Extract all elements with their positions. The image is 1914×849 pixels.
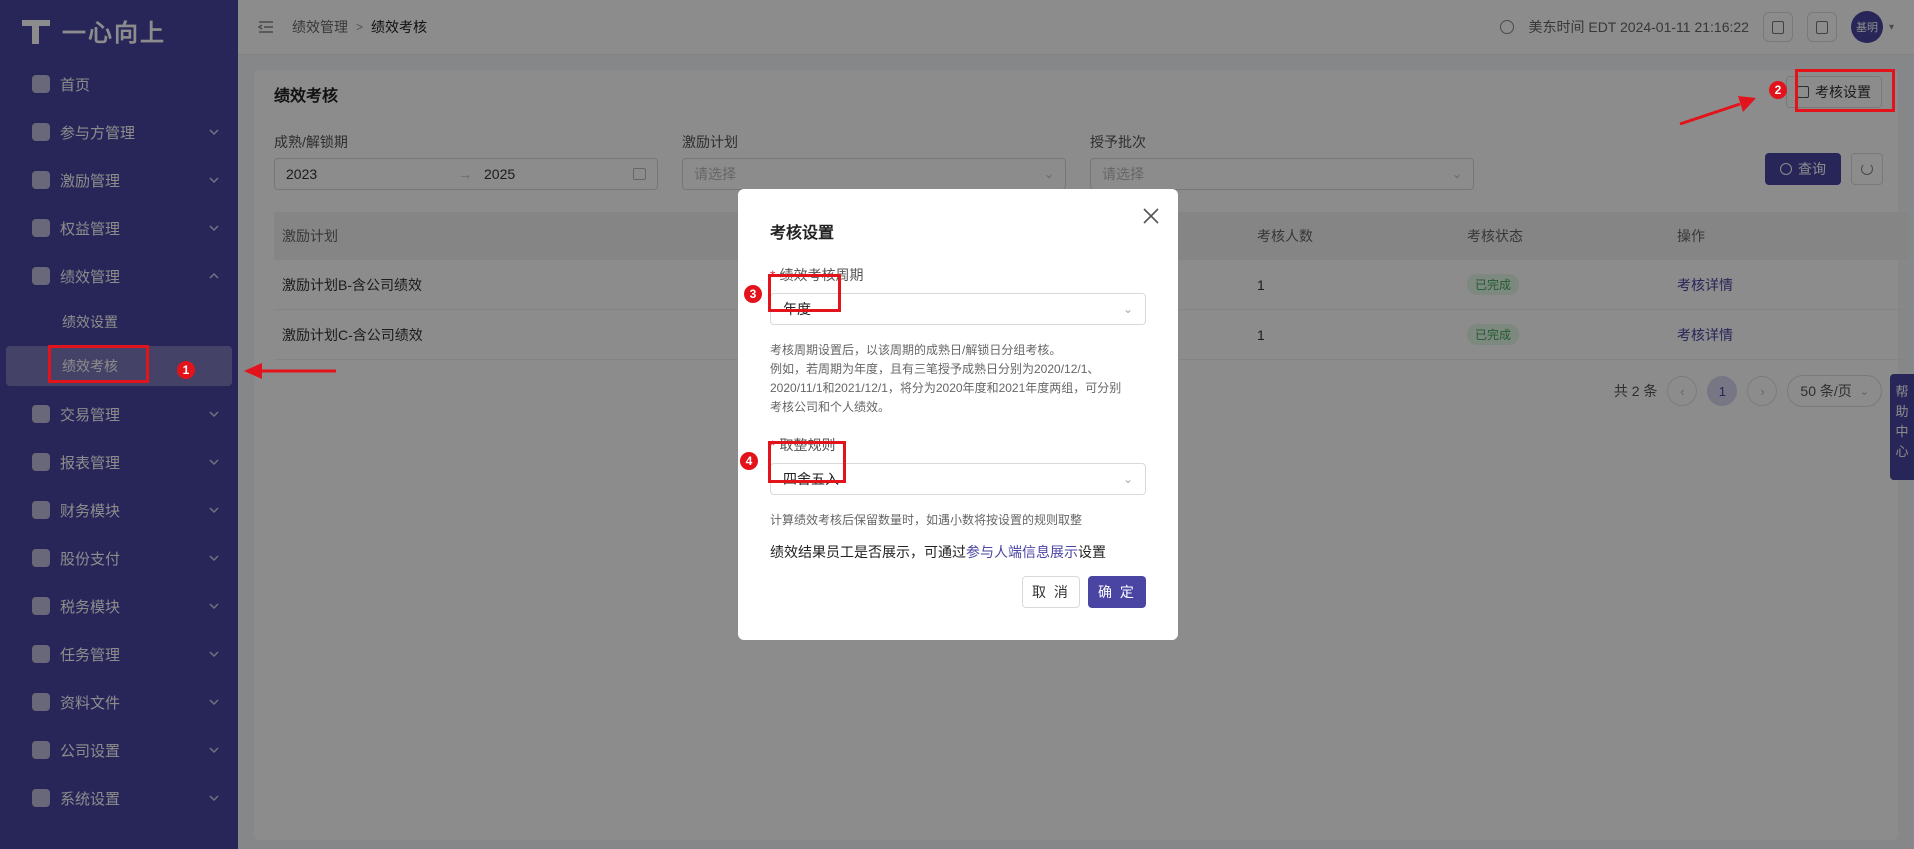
hint-line: 考核公司和个人绩效。 bbox=[770, 400, 891, 414]
period-hint: 考核周期设置后，以该周期的成熟日/解锁日分组考核。 例如，若周期为年度，且有三笔… bbox=[770, 341, 1146, 417]
participant-display-link[interactable]: 参与人端信息展示 bbox=[966, 544, 1078, 560]
rounding-hint: 计算绩效考核后保留数量时，如遇小数将按设置的规则取整 bbox=[770, 513, 1083, 527]
cancel-button[interactable]: 取 消 bbox=[1022, 576, 1080, 608]
highlight-box bbox=[768, 441, 846, 483]
assessment-settings-modal: 考核设置 * 绩效考核周期 年度 ⌄ 考核周期设置后，以该周期的成熟日/解锁日分组… bbox=[738, 189, 1178, 640]
note-suffix: 设置 bbox=[1078, 544, 1106, 560]
step-marker: 3 bbox=[744, 285, 762, 303]
highlight-box bbox=[1795, 69, 1895, 112]
hint-line: 2020/11/1和2021/12/1，将分为2020年度和2021年度两组，可… bbox=[770, 381, 1122, 395]
hint-line: 考核周期设置后，以该周期的成熟日/解锁日分组考核。 bbox=[770, 343, 1062, 357]
highlight-box bbox=[768, 274, 841, 312]
hint-line: 例如，若周期为年度，且有三笔授予成熟日分别为2020/12/1、 bbox=[770, 362, 1100, 376]
chevron-down-icon: ⌄ bbox=[1122, 472, 1133, 486]
display-note: 绩效结果员工是否展示，可通过参与人端信息展示设置 bbox=[770, 542, 1146, 562]
step-marker: 1 bbox=[177, 361, 195, 379]
chevron-down-icon: ⌄ bbox=[1122, 302, 1133, 316]
step-marker: 4 bbox=[740, 452, 758, 470]
modal-title: 考核设置 bbox=[770, 225, 835, 242]
step-marker: 2 bbox=[1769, 81, 1787, 99]
confirm-button[interactable]: 确 定 bbox=[1088, 576, 1146, 608]
close-icon[interactable] bbox=[1142, 207, 1160, 225]
note-prefix: 绩效结果员工是否展示，可通过 bbox=[770, 544, 966, 560]
highlight-box bbox=[48, 345, 149, 383]
